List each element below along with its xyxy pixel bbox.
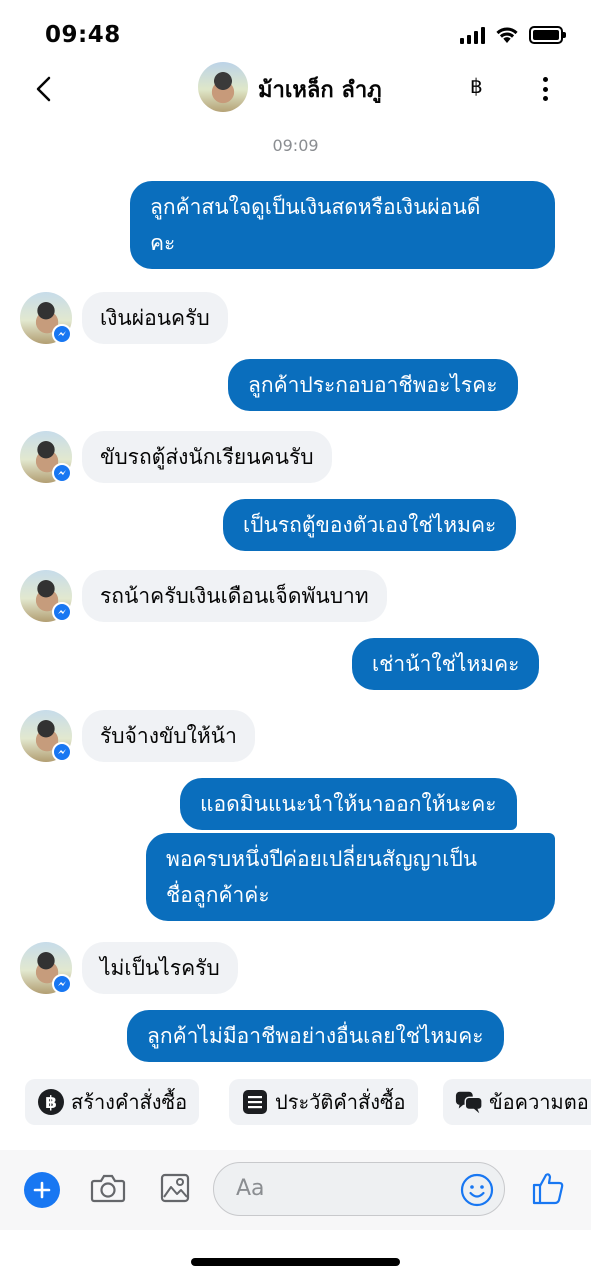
chat-bubbles-icon	[455, 1088, 483, 1116]
dot-icon	[542, 96, 548, 101]
outgoing-message[interactable]: เป็นรถตู้ของตัวเองใช่ไหมคะ	[223, 499, 517, 551]
chip-label: สร้างคำสั่งซื้อ	[71, 1090, 188, 1114]
message-line: ลูกค้าสนใจดูเป็นเงินสดหรือเงินผ่อนดี	[150, 195, 481, 219]
message-line: แอดมินแนะนำให้นาออกให้นะคะ	[200, 792, 497, 816]
message-composer: Aa	[0, 1150, 591, 1230]
messenger-badge-icon	[52, 602, 72, 622]
message-timestamp: 09:09	[272, 136, 319, 155]
dot-icon	[542, 77, 548, 82]
chip-label: ข้อความตอ	[489, 1090, 589, 1114]
back-button[interactable]	[30, 74, 60, 104]
incoming-message[interactable]: ไม่เป็นไรครับ	[82, 942, 238, 994]
quick-reply-create-order[interactable]: ฿ สร้างคำสั่งซื้อ	[25, 1079, 200, 1125]
message-input[interactable]: Aa	[213, 1162, 505, 1216]
message-line: ลูกค้าประกอบอาชีพอะไรคะ	[248, 373, 498, 397]
outgoing-message[interactable]: แอดมินแนะนำให้นาออกให้นะคะ	[180, 778, 517, 830]
thumbs-up-icon[interactable]	[530, 1170, 566, 1206]
messenger-badge-icon	[52, 974, 72, 994]
message-line: ลูกค้าไม่มีอาชีพอย่างอื่นเลยใช่ไหมคะ	[147, 1024, 484, 1048]
contact-avatar[interactable]	[198, 62, 248, 112]
message-line: ชื่อลูกค้าค่ะ	[166, 883, 270, 907]
outgoing-message[interactable]: พอครบหนึ่งปีค่อยเปลี่ยนสัญญาเป็น ชื่อลูก…	[146, 833, 555, 921]
baht-button[interactable]: ฿	[470, 74, 483, 98]
status-time: 09:48	[45, 22, 121, 48]
cellular-signal-icon	[460, 26, 485, 44]
more-options-button[interactable]	[538, 74, 552, 104]
camera-icon[interactable]	[90, 1172, 126, 1204]
baht-circle-icon: ฿	[37, 1088, 65, 1116]
message-line: พอครบหนึ่งปีค่อยเปลี่ยนสัญญาเป็น	[166, 847, 478, 871]
message-line: คะ	[150, 231, 176, 255]
wifi-icon	[496, 27, 518, 43]
message-clip: ลูกค้าไม่มีอาชีพอย่างอื่นเลยใช่ไหมคะ	[0, 1000, 591, 1068]
contact-name[interactable]: ม้าเหล็ก ลำภู	[258, 72, 382, 107]
message-line: ไม่เป็นไรครับ	[100, 956, 220, 980]
outgoing-message[interactable]: ลูกค้าไม่มีอาชีพอย่างอื่นเลยใช่ไหมคะ	[127, 1010, 504, 1062]
message-line: เป็นรถตู้ของตัวเองใช่ไหมคะ	[243, 513, 497, 537]
quick-reply-messages[interactable]: ข้อความตอ	[443, 1079, 591, 1125]
dot-icon	[542, 86, 548, 92]
message-line: เงินผ่อนครับ	[100, 306, 210, 330]
outgoing-message[interactable]: เช่าน้าใช่ไหมคะ	[352, 638, 540, 690]
outgoing-message[interactable]: ลูกค้าประกอบอาชีพอะไรคะ	[228, 359, 518, 411]
quick-reply-order-history[interactable]: ประวัติคำสั่งซื้อ	[229, 1079, 418, 1125]
message-line: ขับรถตู้ส่งนักเรียนคนรับ	[100, 445, 314, 469]
home-indicator	[191, 1258, 400, 1266]
message-line: เช่าน้าใช่ไหมคะ	[372, 652, 520, 676]
chat-header: ม้าเหล็ก ลำภู ฿	[0, 60, 591, 120]
incoming-message[interactable]: ขับรถตู้ส่งนักเรียนคนรับ	[82, 431, 332, 483]
emoji-icon[interactable]	[460, 1173, 494, 1207]
messenger-badge-icon	[52, 324, 72, 344]
battery-icon	[529, 26, 566, 44]
gallery-icon[interactable]	[160, 1172, 190, 1204]
svg-text:฿: ฿	[45, 1093, 57, 1113]
add-button[interactable]	[24, 1172, 60, 1208]
incoming-message[interactable]: รับจ้างขับให้น้า	[82, 710, 255, 762]
status-icons	[460, 26, 566, 44]
list-icon	[241, 1088, 269, 1116]
message-input-placeholder: Aa	[236, 1176, 265, 1201]
quick-reply-bar: ฿ สร้างคำสั่งซื้อ ประวัติคำสั่งซื้อ ข้อค…	[0, 1076, 591, 1130]
incoming-message[interactable]: รถน้าครับเงินเดือนเจ็ดพันบาท	[82, 570, 387, 622]
outgoing-message[interactable]: ลูกค้าสนใจดูเป็นเงินสดหรือเงินผ่อนดี คะ	[130, 181, 555, 269]
message-line: รับจ้างขับให้น้า	[100, 724, 237, 748]
messenger-badge-icon	[52, 742, 72, 762]
incoming-message[interactable]: เงินผ่อนครับ	[82, 292, 228, 344]
plus-icon	[33, 1181, 51, 1199]
messenger-badge-icon	[52, 463, 72, 483]
chip-label: ประวัติคำสั่งซื้อ	[275, 1090, 406, 1114]
status-bar: 09:48	[0, 0, 591, 60]
message-line: รถน้าครับเงินเดือนเจ็ดพันบาท	[100, 584, 369, 608]
